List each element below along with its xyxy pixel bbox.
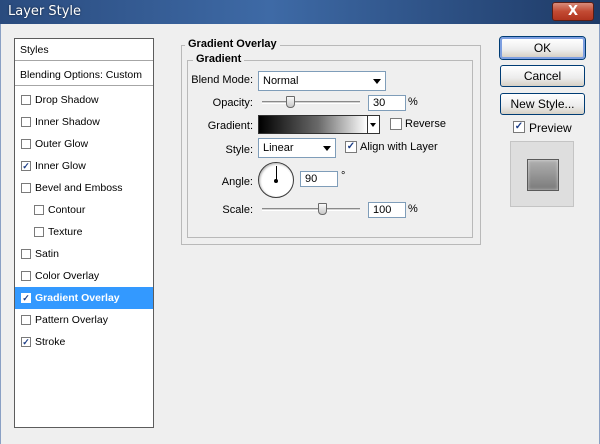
style-item-checkbox[interactable]: ✓ <box>21 337 31 347</box>
align-with-layer-label: Align with Layer <box>360 141 438 153</box>
style-item-label: Contour <box>48 204 86 216</box>
window-title: Layer Style <box>8 4 82 19</box>
style-item-checkbox[interactable] <box>34 205 44 215</box>
style-item-checkbox[interactable] <box>21 271 31 281</box>
style-item-label: Drop Shadow <box>35 94 99 106</box>
preview-swatch <box>527 159 559 191</box>
style-item-label: Outer Glow <box>35 138 89 150</box>
style-item-checkbox[interactable]: ✓ <box>21 161 31 171</box>
style-item-checkbox[interactable] <box>21 183 31 193</box>
blending-options-item[interactable]: Blending Options: Custom <box>15 64 153 86</box>
reverse-label: Reverse <box>405 118 446 130</box>
scale-unit: % <box>408 203 418 215</box>
style-item-bevel-and-emboss[interactable]: Bevel and Emboss <box>15 177 153 199</box>
style-item-satin[interactable]: Satin <box>15 243 153 265</box>
angle-label: Angle: <box>221 176 253 188</box>
style-item-checkbox[interactable] <box>21 117 31 127</box>
styles-header[interactable]: Styles <box>15 39 153 61</box>
style-item-checkbox[interactable] <box>21 139 31 149</box>
scale-label: Scale: <box>222 204 253 216</box>
style-item-drop-shadow[interactable]: Drop Shadow <box>15 89 153 111</box>
gradient-label: Gradient: <box>207 120 253 132</box>
style-item-inner-shadow[interactable]: Inner Shadow <box>15 111 153 133</box>
style-item-contour[interactable]: Contour <box>15 199 153 221</box>
style-item-label: Bevel and Emboss <box>35 182 123 194</box>
style-item-color-overlay[interactable]: Color Overlay <box>15 265 153 287</box>
close-button[interactable]: X <box>552 2 594 21</box>
style-value: Linear <box>263 142 294 154</box>
check-icon: ✓ <box>514 121 524 132</box>
style-item-label: Inner Shadow <box>35 116 100 128</box>
section-title: Gradient Overlay <box>185 38 280 50</box>
style-item-stroke[interactable]: ✓ Stroke <box>15 331 153 353</box>
style-select[interactable]: Linear <box>258 138 336 158</box>
style-item-outer-glow[interactable]: Outer Glow <box>15 133 153 155</box>
style-item-checkbox[interactable] <box>21 315 31 325</box>
style-item-label: Texture <box>48 226 83 238</box>
styles-list: Styles Blending Options: Custom Drop Sha… <box>14 38 154 428</box>
title-bar: Layer Style X <box>0 0 600 24</box>
dialog-body: Styles Blending Options: Custom Drop Sha… <box>0 24 600 444</box>
ok-button[interactable]: OK <box>500 37 585 59</box>
style-item-checkbox[interactable] <box>21 95 31 105</box>
gradient-preview-swatch[interactable] <box>258 115 368 134</box>
chevron-down-icon <box>370 123 376 127</box>
style-item-checkbox[interactable] <box>21 249 31 259</box>
style-item-checkbox[interactable] <box>34 227 44 237</box>
opacity-slider-track[interactable] <box>262 101 360 104</box>
style-item-label: Stroke <box>35 336 66 348</box>
new-style-button[interactable]: New Style... <box>500 93 585 115</box>
cancel-button[interactable]: Cancel <box>500 65 585 87</box>
opacity-input[interactable]: 30 <box>368 95 406 111</box>
align-with-layer-checkbox[interactable]: ✓ <box>345 141 357 153</box>
opacity-unit: % <box>408 96 418 108</box>
angle-input[interactable]: 90 <box>300 171 338 187</box>
style-item-label: Pattern Overlay <box>35 314 108 326</box>
style-item-texture[interactable]: Texture <box>15 221 153 243</box>
reverse-checkbox[interactable] <box>390 118 402 130</box>
opacity-slider-thumb[interactable] <box>286 96 296 108</box>
gradient-picker-button[interactable] <box>367 115 380 134</box>
style-item-pattern-overlay[interactable]: Pattern Overlay <box>15 309 153 331</box>
style-item-label: Color Overlay <box>35 270 100 282</box>
check-icon: ✓ <box>346 141 356 152</box>
scale-input[interactable]: 100 <box>368 202 406 218</box>
preview-label: Preview <box>529 121 572 135</box>
angle-unit: ° <box>341 170 346 182</box>
style-preview-box <box>510 141 574 207</box>
style-item-label: Inner Glow <box>35 160 86 172</box>
style-label: Style: <box>225 144 253 156</box>
group-title: Gradient <box>193 53 245 65</box>
angle-dial[interactable] <box>258 162 294 198</box>
opacity-label: Opacity: <box>212 97 253 109</box>
scale-slider-thumb[interactable] <box>317 203 327 215</box>
style-item-label: Satin <box>35 248 59 260</box>
blend-mode-label: Blend Mode: <box>191 74 253 86</box>
scale-slider-track[interactable] <box>262 208 360 211</box>
blend-mode-select[interactable]: Normal <box>258 71 386 91</box>
chevron-down-icon <box>373 79 381 84</box>
style-item-inner-glow[interactable]: ✓ Inner Glow <box>15 155 153 177</box>
preview-checkbox[interactable]: ✓ <box>513 121 525 133</box>
style-item-gradient-overlay[interactable]: ✓ Gradient Overlay <box>15 287 153 309</box>
blend-mode-value: Normal <box>263 75 299 87</box>
style-item-label: Gradient Overlay <box>35 292 120 304</box>
chevron-down-icon <box>323 146 331 151</box>
style-item-checkbox[interactable]: ✓ <box>21 293 31 303</box>
angle-center-dot <box>274 179 278 183</box>
